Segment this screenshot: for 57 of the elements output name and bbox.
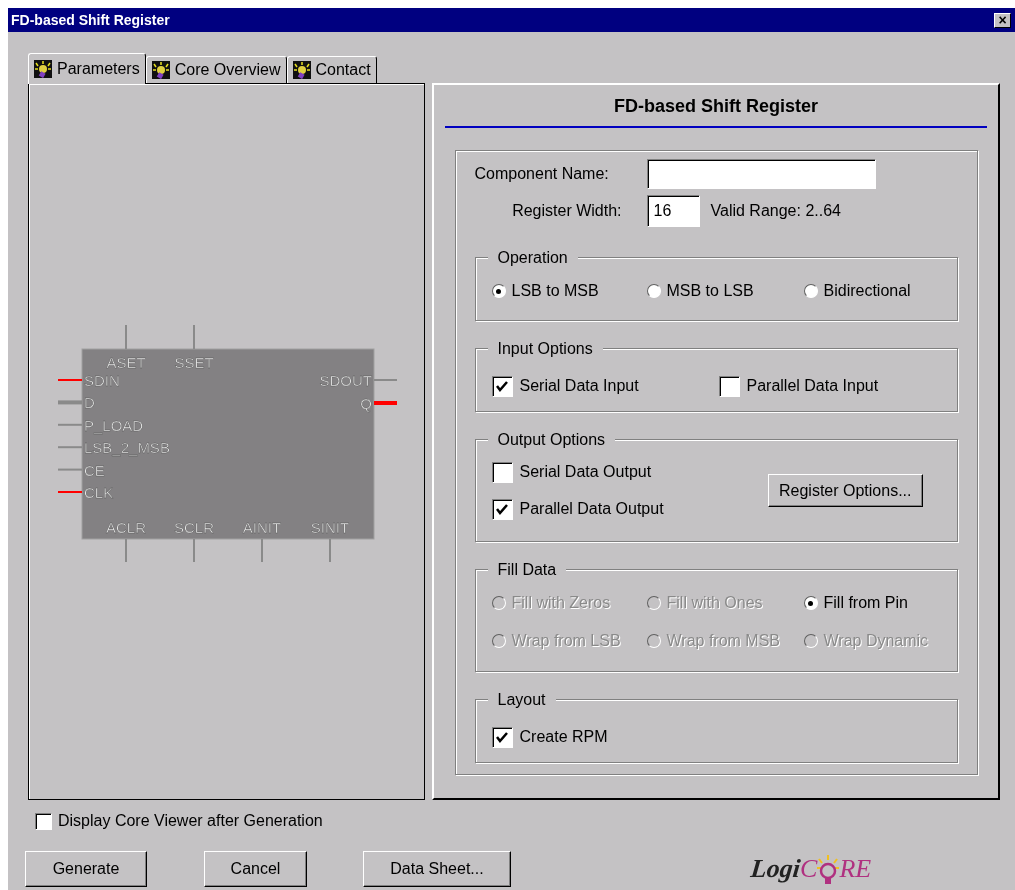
checkbox[interactable] — [35, 812, 52, 830]
pin-label: SSET — [174, 354, 214, 371]
window-title: FD-based Shift Register — [11, 10, 170, 30]
pin-label: SDIN — [84, 372, 120, 389]
check-icon — [496, 503, 508, 515]
checkbox-label[interactable]: Parallel Data Input — [746, 374, 879, 398]
radio-button[interactable] — [803, 596, 818, 610]
checkbox-label[interactable]: Display Core Viewer after Generation — [58, 809, 323, 833]
dialog-button[interactable]: Cancel — [204, 850, 307, 887]
pin-label: AINIT — [242, 519, 282, 536]
panel-title: FD-based Shift Register — [614, 95, 818, 118]
pin-label: SDOUT — [319, 372, 372, 389]
checkbox[interactable] — [491, 375, 513, 397]
radio-label[interactable]: MSB to LSB — [666, 279, 754, 303]
range-hint: Valid Range: 2..64 — [710, 201, 841, 221]
checkbox[interactable] — [491, 461, 513, 483]
tab[interactable]: Contact — [286, 56, 377, 83]
logo-text: Logi — [748, 853, 802, 885]
pin-label: Q — [360, 395, 372, 412]
logo-text: RE — [839, 853, 872, 885]
field-label: Register Width: — [511, 201, 623, 221]
field-label: Component Name: — [474, 164, 610, 184]
logo-text: C — [800, 853, 818, 885]
pin-label: ACLR — [106, 519, 146, 536]
input-field[interactable]: 16 — [646, 195, 700, 227]
radio-button[interactable] — [803, 284, 818, 298]
light-bulb-icon — [151, 61, 170, 79]
pin-label: ASET — [106, 354, 146, 371]
radio-label[interactable]: Fill from Pin — [823, 591, 908, 615]
radio-button[interactable] — [491, 284, 506, 298]
checkbox-label[interactable]: Create RPM — [519, 725, 608, 749]
checkbox-label[interactable]: Parallel Data Output — [519, 497, 664, 521]
radio-label[interactable]: Bidirectional — [823, 279, 911, 303]
dialog-button[interactable]: Data Sheet... — [363, 850, 511, 887]
checkbox-label[interactable]: Serial Data Output — [519, 460, 652, 484]
radio-label[interactable]: LSB to MSB — [511, 279, 599, 303]
tab[interactable]: Parameters — [28, 53, 146, 84]
pin-label: SINIT — [310, 519, 350, 536]
pin-label: D — [84, 394, 95, 412]
checkbox[interactable] — [491, 726, 513, 748]
pin-label: LSB_2_MSB — [84, 439, 170, 457]
check-icon — [496, 380, 508, 392]
checkbox[interactable] — [718, 375, 740, 397]
check-icon — [496, 731, 508, 743]
close-button[interactable]: × — [994, 12, 1011, 28]
pin-label: CLK — [84, 484, 114, 501]
register-options-button[interactable]: Register Options... — [768, 474, 923, 507]
dialog-button[interactable]: Generate — [25, 850, 147, 887]
pin-label: SCLR — [174, 519, 214, 536]
radio-button[interactable] — [646, 284, 661, 298]
input-field[interactable] — [646, 159, 876, 189]
tab[interactable]: Core Overview — [145, 56, 287, 83]
checkbox[interactable] — [491, 498, 513, 520]
pin-label: P_LOAD — [84, 416, 144, 434]
checkbox-label[interactable]: Serial Data Input — [519, 374, 639, 398]
light-bulb-icon — [34, 60, 52, 78]
light-bulb-icon — [292, 61, 311, 79]
